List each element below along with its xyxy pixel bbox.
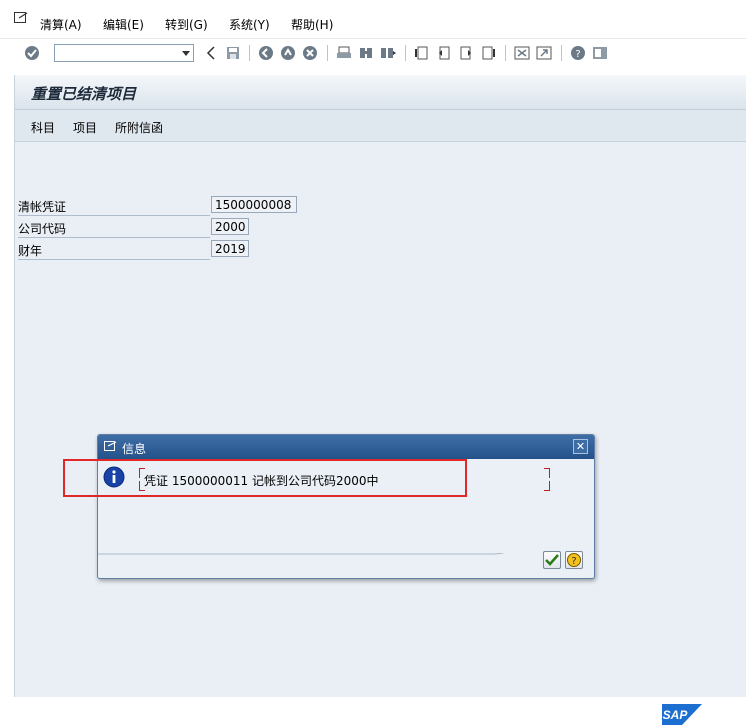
command-field[interactable]	[54, 44, 194, 62]
save-icon[interactable]	[225, 45, 241, 61]
menu-help[interactable]: 帮助(H)	[291, 16, 333, 33]
window-menu-icon[interactable]	[14, 12, 28, 24]
shortcut-icon[interactable]	[536, 45, 552, 61]
accounts-button[interactable]: 科目	[31, 119, 55, 136]
field-bracket-bottom-right	[544, 481, 550, 491]
back-icon[interactable]	[258, 45, 274, 61]
standard-toolbar: ?	[0, 38, 746, 69]
window-menu-icon[interactable]	[104, 441, 117, 452]
close-icon[interactable]: ✕	[573, 439, 588, 454]
fiscal-year-field[interactable]: 2019	[211, 240, 249, 257]
enter-check-icon[interactable]	[24, 45, 40, 61]
highlight-annotation	[63, 459, 467, 497]
menu-goto[interactable]: 转到(G)	[165, 16, 208, 33]
next-page-icon[interactable]	[458, 45, 474, 61]
items-button[interactable]: 项目	[73, 119, 97, 136]
checkmark-icon	[545, 554, 559, 566]
title-bar: 重置已结清项目	[15, 75, 746, 110]
previous-page-icon[interactable]	[436, 45, 452, 61]
menu-bar: 清算(A) 编辑(E) 转到(G) 系统(Y) 帮助(H)	[0, 0, 746, 38]
application-toolbar: 科目 项目 所附信函	[15, 110, 746, 142]
svg-text:?: ?	[575, 49, 580, 60]
menu-edit[interactable]: 编辑(E)	[103, 16, 144, 33]
find-icon[interactable]	[358, 45, 374, 61]
dialog-header: 信息 ✕	[98, 435, 594, 459]
help-button[interactable]: ?	[565, 551, 583, 569]
info-dialog: 信息 ✕ 凭证 1500000011 记帐到公司代码2000中 ?	[97, 434, 595, 579]
confirm-button[interactable]	[543, 551, 561, 569]
last-page-icon[interactable]	[480, 45, 496, 61]
print-icon[interactable]	[336, 45, 352, 61]
layout-menu-icon[interactable]	[592, 45, 608, 61]
menu-system[interactable]: 系统(Y)	[229, 16, 270, 33]
new-session-icon[interactable]	[514, 45, 530, 61]
field-bracket-top-right	[544, 468, 550, 478]
svg-text:?: ?	[571, 556, 576, 567]
clearing-document-label: 清帐凭证	[18, 198, 210, 216]
dialog-footer-divider	[98, 553, 505, 555]
cancel-icon[interactable]	[302, 45, 318, 61]
svg-text:SAP: SAP	[663, 708, 689, 722]
fiscal-year-label: 财年	[18, 242, 210, 260]
find-next-icon[interactable]	[380, 45, 396, 61]
first-page-icon[interactable]	[414, 45, 430, 61]
main-screen: 重置已结清项目 科目 项目 所附信函 清帐凭证 1500000008 公司代码 …	[14, 75, 746, 697]
clearing-document-field[interactable]: 1500000008	[211, 196, 297, 213]
exit-icon[interactable]	[280, 45, 296, 61]
chevron-down-icon[interactable]	[182, 51, 190, 56]
help-icon[interactable]: ?	[570, 45, 586, 61]
dialog-title: 信息	[122, 442, 147, 456]
help-icon: ?	[567, 553, 581, 567]
correspondence-button[interactable]: 所附信函	[115, 119, 163, 136]
page-title: 重置已结清项目	[31, 85, 137, 103]
back-arrow-icon[interactable]	[203, 45, 219, 61]
menu-clearing[interactable]: 清算(A)	[40, 16, 82, 33]
sap-logo: SAP	[662, 704, 702, 725]
company-code-label: 公司代码	[18, 220, 210, 238]
company-code-field[interactable]: 2000	[211, 218, 249, 235]
